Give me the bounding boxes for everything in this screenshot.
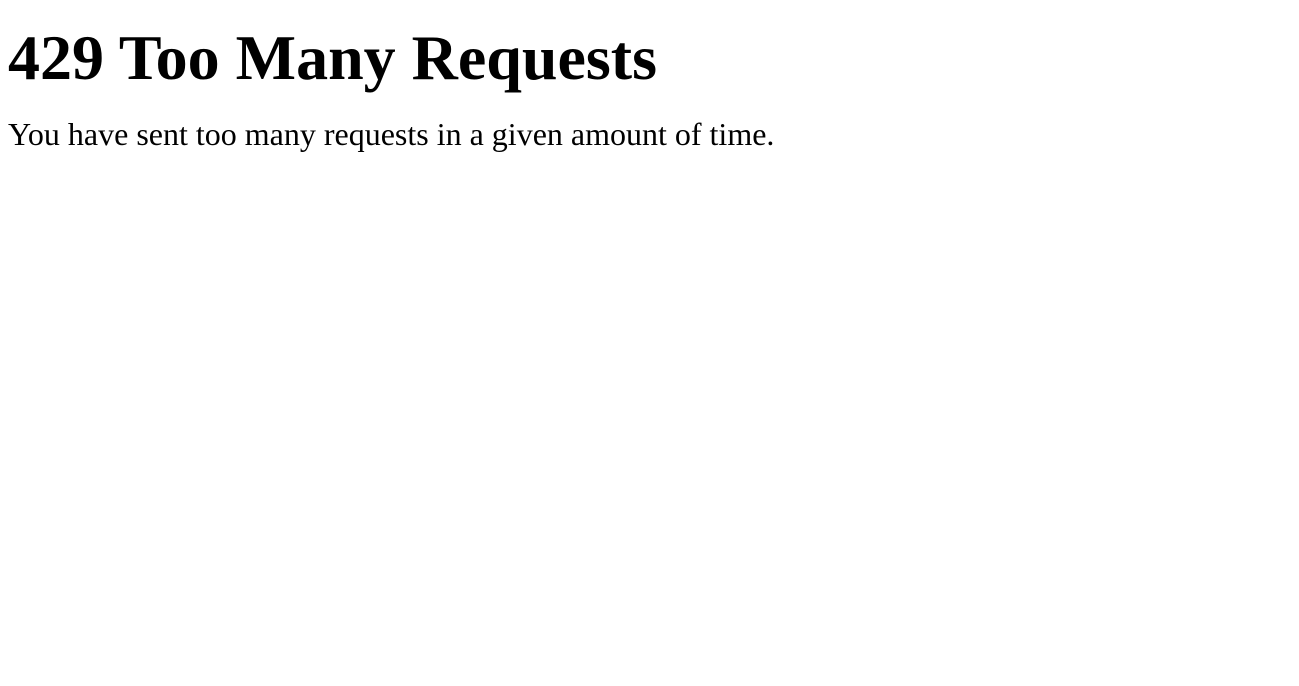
error-message: You have sent too many requests in a giv…: [8, 116, 1291, 153]
error-title: 429 Too Many Requests: [8, 21, 1291, 95]
